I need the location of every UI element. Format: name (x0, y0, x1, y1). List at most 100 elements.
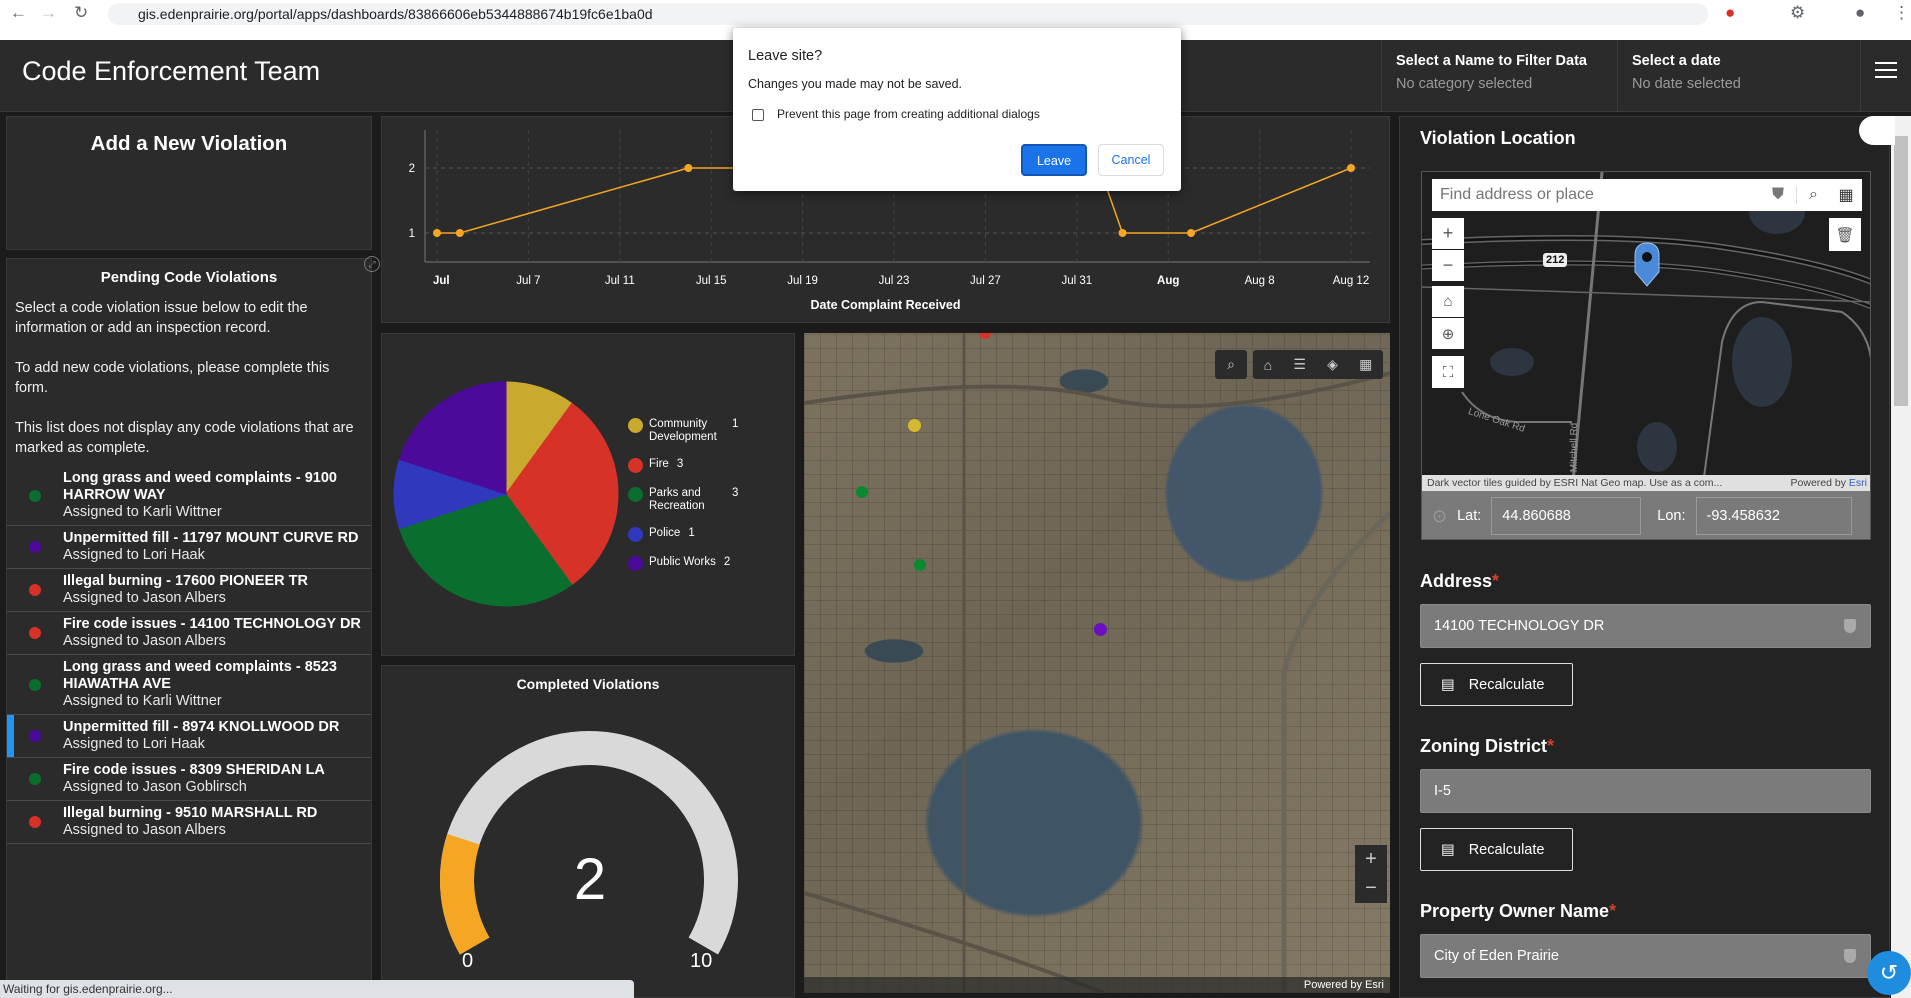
search-icon[interactable]: ⌕ (1796, 186, 1830, 204)
zoom-in-button[interactable]: + (1355, 845, 1387, 874)
map-marker-parks[interactable] (914, 559, 926, 571)
legend-label: Public Works (649, 556, 716, 568)
legend-value: 1 (688, 527, 695, 539)
address-label: Address* (1420, 571, 1500, 591)
cancel-button[interactable]: Cancel (1098, 144, 1164, 176)
data-point[interactable] (433, 229, 441, 237)
x-tick-label: Jul 19 (787, 275, 818, 287)
data-point[interactable] (455, 229, 464, 237)
dialog-title: Leave site? (748, 48, 823, 64)
legend-label: Parks and Recreation (649, 487, 705, 512)
recalculate-zoning-button[interactable]: ▤ Recalculate (1420, 828, 1573, 871)
legend-item[interactable]: Community Development 1 (628, 418, 788, 444)
y-tick-label: 1 (409, 228, 415, 240)
map-attribution: Powered by Esri (804, 977, 1390, 993)
checkbox-label: Prevent this page from creating addition… (777, 107, 1040, 121)
data-point[interactable] (1187, 229, 1196, 237)
legend-value: 3 (732, 487, 739, 499)
owner-label: Property Owner Name* (1420, 901, 1617, 921)
legend-swatch (628, 458, 643, 473)
home-icon[interactable]: ⌂ (1264, 357, 1272, 373)
legend-label: Police (649, 527, 681, 539)
esri-link[interactable]: Esri (1849, 477, 1867, 489)
zoom-in-button[interactable]: + (1432, 218, 1464, 249)
lock-icon (1844, 619, 1856, 633)
road-label: Mitchell Rd (1569, 422, 1581, 473)
legend-list-icon[interactable]: ☰ (1293, 356, 1306, 373)
zoning-label: Zoning District* (1420, 736, 1555, 756)
gauge-fill (440, 833, 490, 955)
data-point[interactable] (1118, 229, 1127, 237)
home-icon[interactable]: ⌂ (1432, 286, 1464, 317)
address-input[interactable]: 14100 TECHNOLOGY DR (1420, 604, 1871, 648)
map-search-icon[interactable]: ⌕ (1215, 350, 1247, 379)
coordinates-bar: ⊙ Lat: 44.860688 Lon: -93.458632 (1422, 491, 1870, 539)
legend-item[interactable]: Police 1 (628, 527, 788, 542)
owner-input[interactable]: City of Eden Prairie (1420, 934, 1871, 978)
x-tick-label: Jul 7 (516, 275, 540, 287)
legend-item[interactable]: Fire 3 (628, 458, 788, 473)
fullscreen-icon[interactable]: ⛶ (1432, 356, 1464, 388)
location-pin-icon[interactable] (1634, 242, 1660, 288)
map-attribution: Dark vector tiles guided by ESRI Nat Geo… (1422, 475, 1870, 491)
map-marker-public-works[interactable] (1094, 623, 1107, 636)
x-tick-label: Jul 15 (696, 275, 727, 287)
lon-input[interactable]: -93.458632 (1695, 497, 1852, 535)
basemap-gallery-icon[interactable]: ▦ (1359, 356, 1372, 373)
x-tick-label: Jul 23 (879, 275, 910, 287)
recalculate-icon: ▤ (1441, 841, 1455, 858)
gauge-min-label: 0 (462, 950, 474, 972)
search-bar: ⛊ ⌕ ▦ (1432, 179, 1862, 211)
location-map[interactable]: 212 Lone Oak Rd Mitchell Rd ⛊ ⌕ ▦ + − ⌂ … (1421, 171, 1871, 540)
legend-label: Community Development (649, 418, 717, 443)
satellite-map[interactable]: ⌕ ⌂ ☰ ◈ ▦ + − Powered by Esri (804, 333, 1390, 993)
lock-icon (1844, 949, 1856, 963)
refresh-fab-icon[interactable]: ↺ (1867, 951, 1911, 995)
x-tick-label: Jul 31 (1061, 275, 1092, 287)
dialog-message: Changes you made may not be saved. (748, 77, 963, 91)
legend-value: 3 (676, 458, 684, 470)
x-tick-label: Aug (1157, 275, 1179, 287)
legend-item[interactable]: Parks and Recreation 3 (628, 487, 788, 513)
zoom-out-button[interactable]: − (1432, 250, 1464, 281)
status-bar: Waiting for gis.edenprairie.org... (0, 980, 634, 998)
zoning-input[interactable]: I-5 (1420, 769, 1871, 813)
road-shield-212: 212 (1543, 253, 1568, 267)
form-scrollbar[interactable] (1891, 116, 1911, 998)
legend-item[interactable]: Public Works 2 (628, 556, 788, 571)
x-tick-label: Aug 12 (1333, 275, 1369, 287)
zoom-out-button[interactable]: − (1355, 874, 1387, 903)
map-marker-community[interactable] (908, 419, 921, 432)
gauge-value: 2 (573, 847, 607, 912)
data-point[interactable] (1347, 164, 1355, 172)
locate-icon[interactable]: ⊕ (1432, 318, 1464, 349)
recalculate-address-button[interactable]: ▤ Recalculate (1420, 663, 1573, 706)
legend-swatch (628, 556, 643, 571)
attribution-text: Dark vector tiles guided by ESRI Nat Geo… (1427, 477, 1723, 489)
trash-icon[interactable]: 🗑 (1829, 218, 1861, 251)
location-refresh-icon[interactable]: ⊙ (1432, 506, 1447, 527)
qr-code-icon[interactable]: ▦ (1830, 185, 1862, 205)
search-input[interactable] (1432, 186, 1772, 204)
x-tick-label: Jul (433, 275, 450, 287)
gauge-max-label: 10 (690, 950, 713, 972)
prevent-dialogs-checkbox[interactable] (752, 109, 764, 121)
recalculate-icon: ▤ (1441, 676, 1455, 693)
leave-site-dialog: Leave site? Changes you made may not be … (733, 28, 1181, 191)
lat-input[interactable]: 44.860688 (1491, 497, 1642, 535)
leave-button[interactable]: Leave (1021, 144, 1087, 176)
lon-label: Lon: (1657, 508, 1686, 524)
pie-legend: Community Development 1 Fire 3 Parks and Rec… (628, 418, 788, 585)
x-tick-label: Jul 27 (970, 275, 1001, 287)
legend-swatch (628, 487, 643, 502)
data-point[interactable] (684, 164, 693, 172)
legend-swatch (628, 418, 643, 433)
x-tick-label: Aug 8 (1245, 275, 1275, 287)
powered-by: Powered by (1790, 477, 1849, 489)
panel-toggle[interactable] (1859, 116, 1895, 145)
y-tick-label: 2 (409, 163, 415, 175)
legend-label: Fire (649, 458, 669, 470)
map-marker-parks[interactable] (856, 486, 868, 498)
legend-value: 2 (723, 556, 731, 568)
layers-icon[interactable]: ◈ (1327, 356, 1338, 373)
